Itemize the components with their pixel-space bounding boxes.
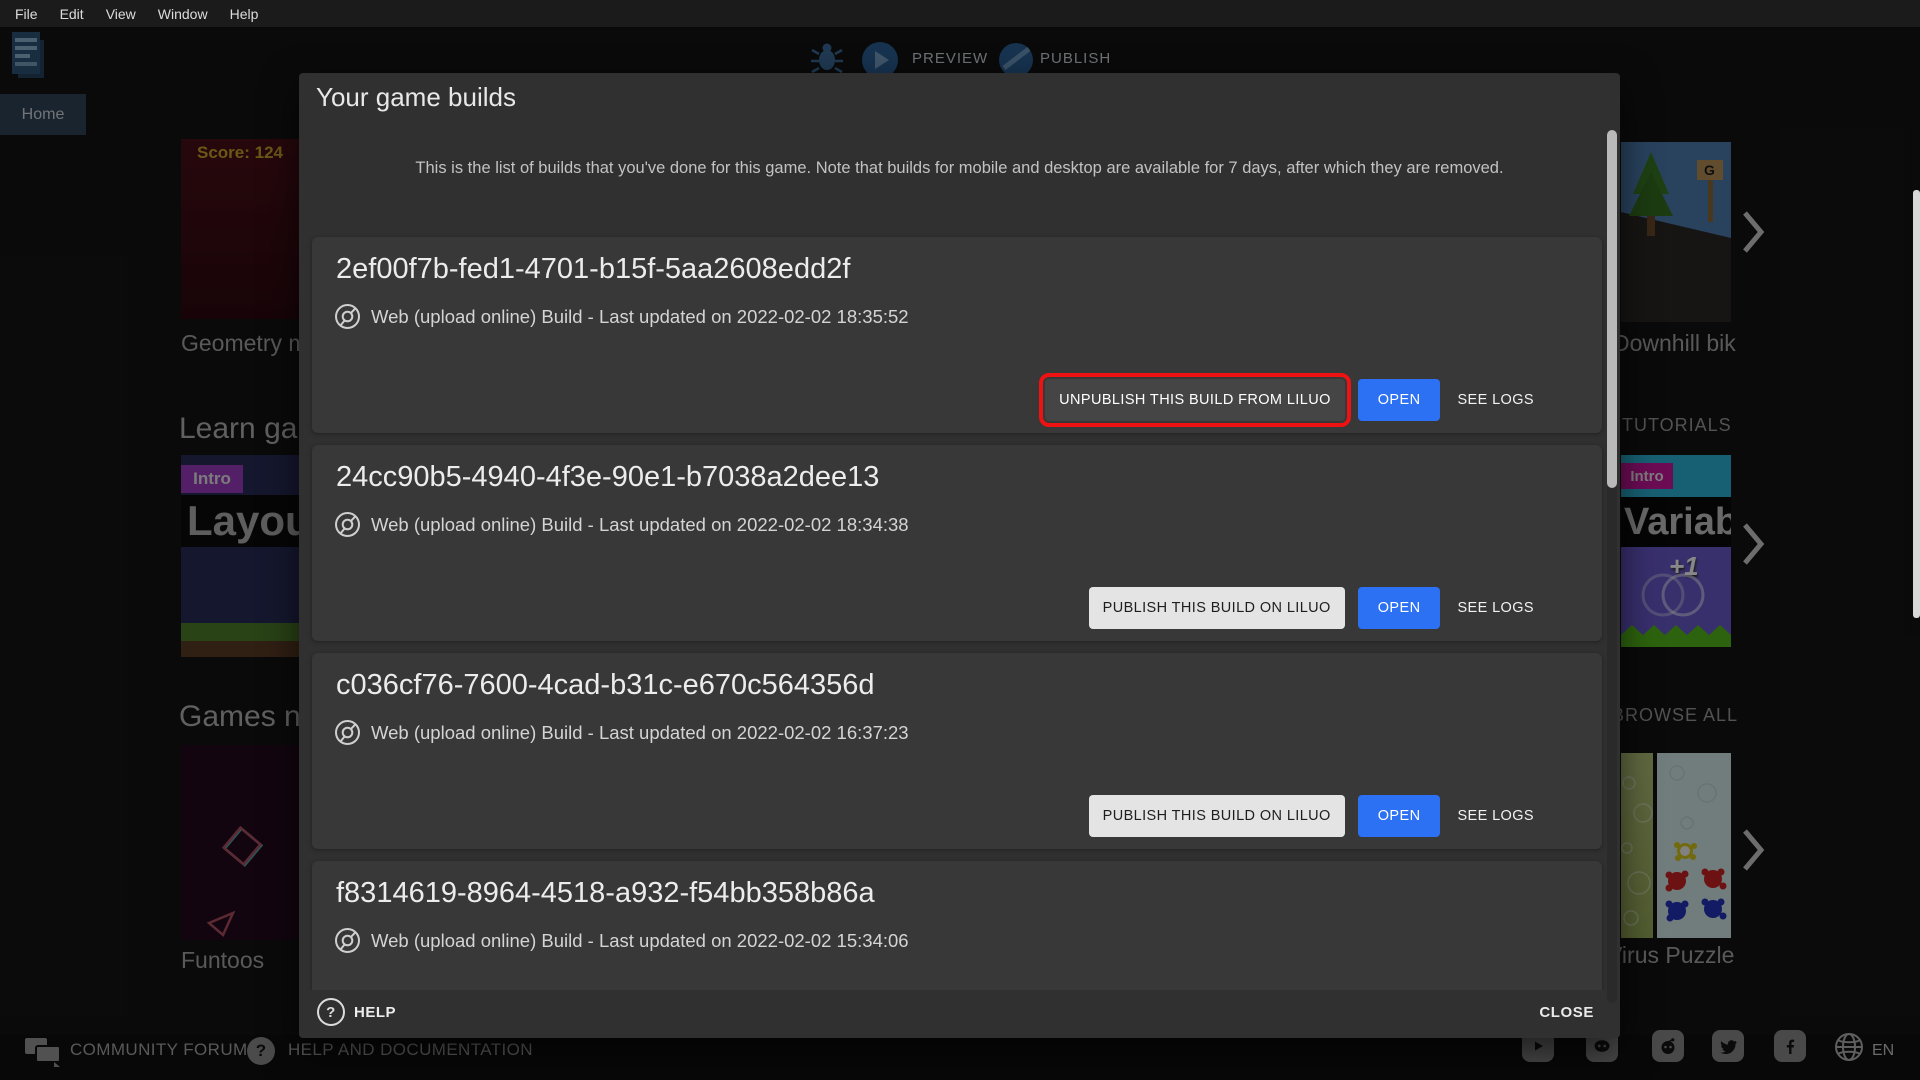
see-logs-button[interactable]: SEE LOGS bbox=[1453, 379, 1538, 421]
build-id: f8314619-8964-4518-a932-f54bb358b86a bbox=[336, 877, 875, 910]
build-subtitle: Web (upload online) Build - Last updated… bbox=[371, 306, 909, 328]
open-build-button[interactable]: OPEN bbox=[1358, 587, 1441, 629]
menu-help[interactable]: Help bbox=[219, 6, 270, 22]
build-card: f8314619-8964-4518-a932-f54bb358b86a Web… bbox=[312, 861, 1602, 990]
close-button[interactable]: CLOSE bbox=[1539, 1004, 1594, 1021]
chrome-browser-icon bbox=[334, 927, 361, 954]
game-builds-dialog: Your game builds This is the list of bui… bbox=[299, 73, 1620, 1038]
dialog-scrollbar-thumb[interactable] bbox=[1607, 130, 1617, 488]
build-id: 24cc90b5-4940-4f3e-90e1-b7038a2dee13 bbox=[336, 461, 879, 494]
menu-window[interactable]: Window bbox=[147, 6, 219, 22]
help-button-label: HELP bbox=[354, 1004, 396, 1021]
chrome-browser-icon bbox=[334, 303, 361, 330]
build-id: c036cf76-7600-4cad-b31c-e670c564356d bbox=[336, 669, 875, 702]
see-logs-button[interactable]: SEE LOGS bbox=[1453, 587, 1538, 629]
build-subtitle: Web (upload online) Build - Last updated… bbox=[371, 514, 909, 536]
publish-build-button[interactable]: PUBLISH THIS BUILD ON LILUO bbox=[1089, 587, 1345, 629]
publish-build-button[interactable]: PUBLISH THIS BUILD ON LILUO bbox=[1089, 795, 1345, 837]
build-subtitle: Web (upload online) Build - Last updated… bbox=[371, 930, 909, 952]
chrome-browser-icon bbox=[334, 719, 361, 746]
app-window: File Edit View Window Help PREVIEW PUBLI… bbox=[0, 0, 1920, 1080]
dialog-description: This is the list of builds that you've d… bbox=[357, 157, 1562, 181]
build-card: 24cc90b5-4940-4f3e-90e1-b7038a2dee13 Web… bbox=[312, 445, 1602, 641]
build-card: 2ef00f7b-fed1-4701-b15f-5aa2608edd2f Web… bbox=[312, 237, 1602, 433]
menu-file[interactable]: File bbox=[4, 6, 49, 22]
app-scrollbar[interactable] bbox=[1913, 190, 1920, 618]
chrome-browser-icon bbox=[334, 511, 361, 538]
dialog-title: Your game builds bbox=[316, 82, 516, 113]
build-card: c036cf76-7600-4cad-b31c-e670c564356d Web… bbox=[312, 653, 1602, 849]
dialog-footer: ? HELP CLOSE bbox=[317, 993, 1594, 1031]
help-circle-icon: ? bbox=[317, 998, 345, 1026]
help-button[interactable]: ? HELP bbox=[317, 998, 396, 1026]
see-logs-button[interactable]: SEE LOGS bbox=[1453, 795, 1538, 837]
build-subtitle: Web (upload online) Build - Last updated… bbox=[371, 722, 909, 744]
builds-list: 2ef00f7b-fed1-4701-b15f-5aa2608edd2f Web… bbox=[299, 228, 1620, 990]
open-build-button[interactable]: OPEN bbox=[1358, 379, 1441, 421]
menu-view[interactable]: View bbox=[95, 6, 147, 22]
build-id: 2ef00f7b-fed1-4701-b15f-5aa2608edd2f bbox=[336, 253, 850, 286]
unpublish-build-button[interactable]: UNPUBLISH THIS BUILD FROM LILUO bbox=[1045, 379, 1345, 421]
menu-edit[interactable]: Edit bbox=[49, 6, 95, 22]
open-build-button[interactable]: OPEN bbox=[1358, 795, 1441, 837]
menu-bar: File Edit View Window Help bbox=[0, 0, 1920, 27]
